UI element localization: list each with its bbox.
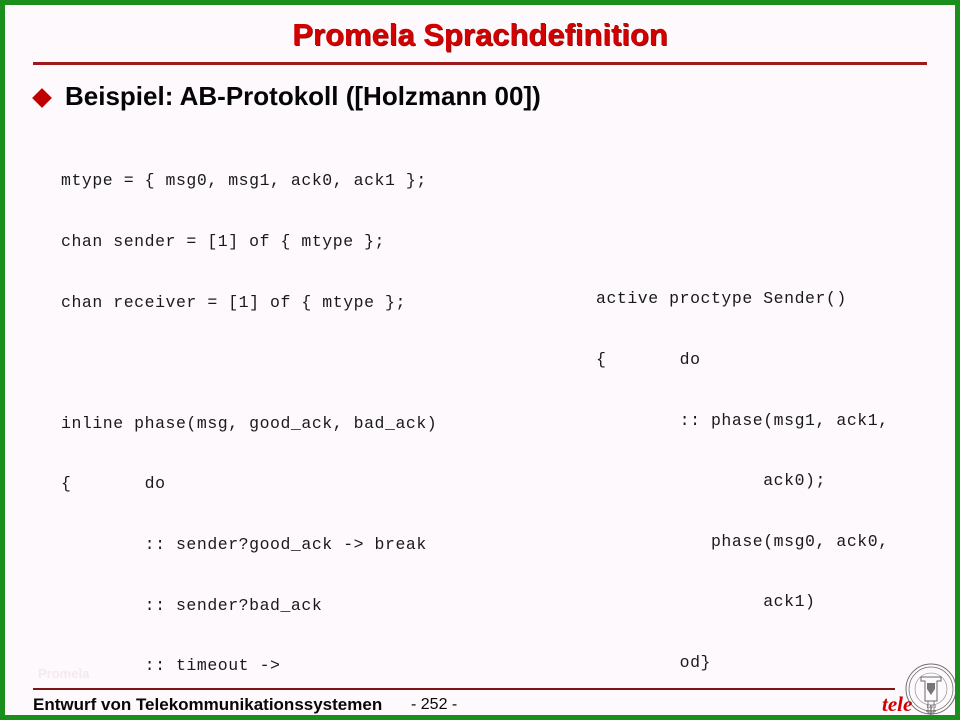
page-title: Promela Sprachdefinition — [292, 17, 668, 52]
footer-divider — [33, 688, 895, 690]
slide-canvas: Promela Sprachdefinition Beispiel: AB-Pr… — [0, 0, 960, 720]
code-line: :: sender?bad_ack — [61, 595, 323, 615]
code-line: { do — [596, 350, 701, 370]
code-line: inline phase(msg, good_ack, bad_ack) — [61, 413, 438, 433]
code-line: mtype = { msg0, msg1, ack0, ack1 }; — [61, 171, 427, 191]
code-line: od} — [596, 653, 711, 673]
code-block-left: mtype = { msg0, msg1, ack0, ack1 }; chan… — [61, 131, 479, 715]
diamond-bullet-icon — [32, 87, 52, 108]
code-line: :: sender?good_ack -> break — [61, 535, 427, 555]
code-line: ack0); — [596, 471, 826, 491]
code-line: active proctype Sender() — [596, 289, 847, 309]
university-crest-icon: 1224 — [905, 663, 955, 715]
footer-page-number: - 252 - — [411, 696, 458, 713]
title-divider — [33, 62, 927, 65]
code-line: :: timeout -> — [61, 656, 281, 676]
slide-title-area: Promela Sprachdefinition — [5, 5, 955, 67]
code-line: chan receiver = [1] of { mtype }; — [61, 292, 406, 312]
code-line: phase(msg0, ack0, — [596, 531, 889, 551]
footer-watermark-text: Promela — [38, 666, 90, 681]
code-line: chan sender = [1] of { mtype }; — [61, 232, 385, 252]
bullet-heading-label: Beispiel: AB-Protokoll ([Holzmann 00]) — [65, 80, 541, 111]
code-line: ack1) — [596, 592, 816, 612]
svg-text:1224: 1224 — [926, 705, 937, 710]
code-line: :: phase(msg1, ack1, — [596, 410, 889, 430]
bullet-heading: Beispiel: AB-Protokoll ([Holzmann 00]) — [32, 79, 541, 113]
code-line: { do — [61, 474, 166, 494]
code-block-right: active proctype Sender() { do :: phase(m… — [596, 249, 889, 715]
footer-course-title: Entwurf von Telekommunikationssystemen — [33, 695, 383, 714]
